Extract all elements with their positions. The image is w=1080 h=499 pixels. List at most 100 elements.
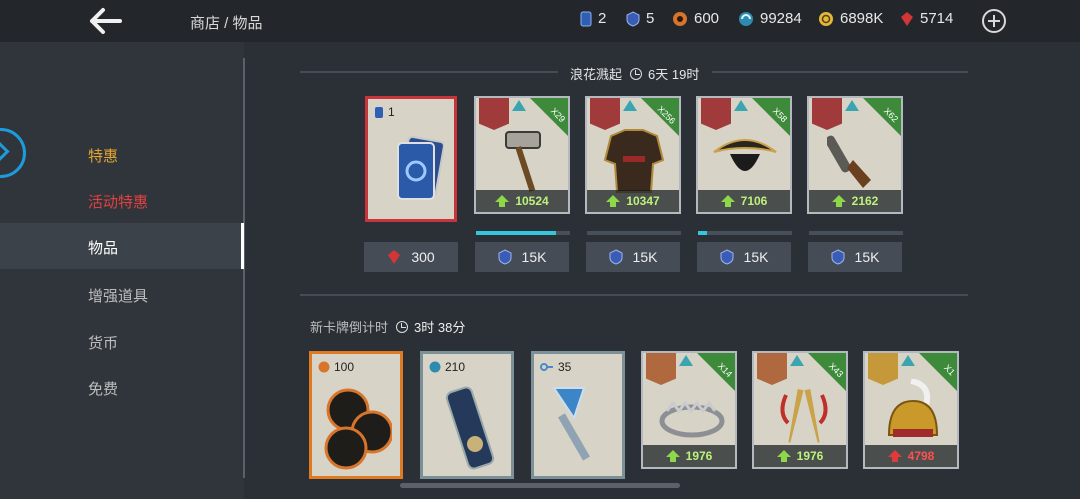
card-key[interactable]: 35 (531, 351, 625, 479)
price-bar: 2162 (809, 190, 901, 212)
upgrade-arrow-icon (495, 195, 510, 207)
back-arrow-icon[interactable] (88, 6, 124, 36)
progress-fill (476, 231, 556, 235)
blue-shield-icon (720, 249, 734, 265)
armor-icon (603, 129, 665, 193)
item-card-helmet[interactable]: X1 4798 (863, 351, 959, 469)
item-card-pistol[interactable]: X62 2162 (807, 96, 903, 214)
sidebar-item-boosters[interactable]: 增强道具 (0, 271, 244, 317)
clock-icon (630, 67, 643, 80)
sidebar-item-special-offer[interactable]: 特惠 (0, 131, 244, 177)
resource-value: 6898K (840, 10, 884, 27)
rarity-icon (623, 100, 637, 111)
section-timer: 3时 38分 (414, 320, 466, 335)
price-text: 10347 (626, 194, 660, 208)
multiplier-badge: X14 (697, 353, 735, 391)
buy-button-shield[interactable]: 15K (475, 242, 569, 272)
price-bar: 1976 (643, 445, 735, 467)
resource-cards: 2 (580, 10, 606, 27)
price-text: 2162 (851, 194, 879, 208)
card-pack[interactable]: 1 (365, 96, 457, 222)
button-price: 15K (632, 249, 658, 265)
divider (300, 71, 558, 73)
rarity-icon (790, 355, 804, 366)
multiplier-text: X29 (548, 105, 568, 125)
rarity-icon (679, 355, 693, 366)
button-price: 15K (743, 249, 769, 265)
cyan-swirl-icon (739, 11, 753, 26)
price-text: 10524 (515, 194, 549, 208)
horizontal-scrollbar[interactable] (400, 483, 680, 488)
buy-button-shield[interactable]: 15K (697, 242, 791, 272)
blue-card-icon (580, 11, 592, 26)
price-text: 7106 (740, 194, 768, 208)
faction-banner-icon (812, 98, 842, 130)
price-text: 4798 (907, 449, 935, 463)
clock-icon (396, 320, 409, 333)
button-price: 300 (411, 249, 435, 265)
add-currency-button[interactable] (982, 9, 1006, 33)
buy-button-shield[interactable]: 15K (586, 242, 680, 272)
section-header: 新卡牌倒计时 3时 38分 (310, 317, 465, 336)
resource-swirl: 99284 (738, 10, 802, 27)
faction-banner-icon (479, 98, 509, 130)
upgrade-arrow-icon (720, 195, 735, 207)
progress-bar (698, 231, 792, 235)
price-bar: 1976 (754, 445, 846, 467)
sidebar-item-free[interactable]: 免费 (0, 364, 244, 410)
item-card-hat[interactable]: X58 7106 (696, 96, 792, 214)
progress-bar (587, 231, 681, 235)
orange-token-icon (318, 361, 330, 373)
price-bar: 10524 (476, 190, 568, 212)
daggers-icon (780, 388, 828, 443)
button-price: 15K (854, 249, 880, 265)
sidebar-item-label: 物品 (88, 240, 119, 257)
buy-button-shield[interactable]: 15K (808, 242, 902, 272)
sidebar-item-label: 特惠 (88, 148, 119, 165)
price-bar: 4798 (865, 445, 957, 467)
buy-button-ruby[interactable]: 300 (364, 242, 458, 272)
resource-value: 600 (694, 10, 720, 27)
blue-card-icon (375, 106, 383, 118)
card-count: 1 (374, 105, 395, 119)
divider (300, 294, 968, 296)
sidebar-item-label: 货币 (88, 335, 119, 352)
price-bar: 10347 (587, 190, 679, 212)
count-value: 210 (445, 360, 466, 374)
faction-banner-icon (757, 353, 787, 385)
resource-value: 5714 (920, 10, 954, 27)
resource-value: 99284 (760, 10, 802, 27)
sidebar-item-items[interactable]: 物品 (0, 223, 244, 269)
sidebar-item-currency[interactable]: 货币 (0, 318, 244, 364)
item-card-hammer[interactable]: X29 10524 (474, 96, 570, 214)
upgrade-arrow-icon (887, 450, 902, 462)
price-bar: 7106 (698, 190, 790, 212)
key-icon (540, 363, 553, 371)
multiplier-text: X62 (881, 105, 901, 125)
count-value: 100 (334, 360, 355, 374)
sidebar-item-label: 增强道具 (88, 288, 149, 305)
capsule-icon (445, 386, 495, 470)
pistol-icon (827, 135, 871, 188)
card-count: 35 (540, 360, 571, 374)
hammer-icon (505, 131, 541, 192)
count-value: 35 (558, 360, 572, 374)
item-card-trap[interactable]: X14 1976 (641, 351, 737, 469)
sidebar-item-event-offer[interactable]: 活动特惠 (0, 177, 244, 223)
multiplier-text: X58 (770, 105, 790, 125)
breadcrumb: 商店 / 物品 (190, 15, 263, 32)
cyan-swirl-icon (429, 361, 441, 373)
multiplier-text: X1 (942, 362, 957, 378)
item-card-armor[interactable]: X256 10347 (585, 96, 681, 214)
rarity-icon (734, 100, 748, 111)
item-card-daggers[interactable]: X43 1976 (752, 351, 848, 469)
gold-coin-icon (819, 11, 833, 26)
section-timer: 6天 19时 (648, 67, 700, 82)
card-orange-tokens[interactable]: 100 (309, 351, 403, 479)
multiplier-text: X256 (655, 104, 678, 126)
upgrade-arrow-icon (831, 195, 846, 207)
divider (712, 71, 968, 73)
blue-shield-icon (498, 249, 512, 265)
upgrade-arrow-icon (776, 450, 791, 462)
card-swirl-capsule[interactable]: 210 (420, 351, 514, 479)
